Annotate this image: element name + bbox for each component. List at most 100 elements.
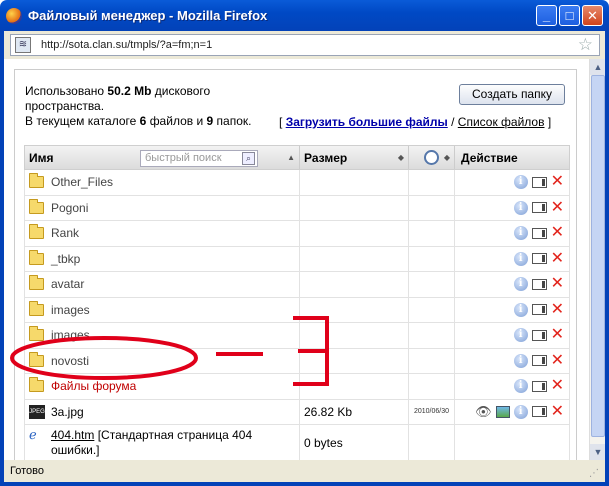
folder-name[interactable]: Other_Files [51,175,113,189]
close-button[interactable]: ✕ [582,5,603,26]
window-title: Файловый менеджер - Mozilla Firefox [28,8,268,23]
used-label: Использовано [25,84,105,98]
cell-actions: i ✕ [455,196,569,221]
scroll-thumb[interactable] [591,75,605,437]
info-icon[interactable]: i [513,328,528,343]
info-icon[interactable]: i [513,277,528,292]
delete-icon[interactable]: ✕ [551,250,564,266]
view-eye-icon[interactable]: 👁 [475,404,492,420]
delete-icon[interactable]: ✕ [551,199,564,215]
folder-row[interactable]: novosti i ✕ [24,348,570,374]
cell-size [300,297,409,322]
folder-row[interactable]: Rank i ✕ [24,221,570,247]
file-list-link[interactable]: Список файлов [458,115,545,129]
header-size[interactable]: Размер ◆ [300,146,409,169]
cell-actions: 👁 i ✕ [455,400,569,425]
delete-icon[interactable]: ✕ [551,276,564,292]
delete-icon[interactable]: ✕ [551,403,564,419]
rename-icon[interactable] [531,202,547,214]
info-icon[interactable]: i [513,251,528,266]
info-icon[interactable]: i [513,175,528,190]
header-date[interactable]: ◆ [409,146,455,169]
info-icon[interactable]: i [513,379,528,394]
rename-icon[interactable] [531,253,547,265]
file-row[interactable]: JPEG 3a.jpg 26.82 Kb 2010/06/30 👁 i ✕ [24,399,570,425]
folder-name[interactable]: Rank [51,226,79,240]
folder-name[interactable]: avatar [51,277,84,291]
cell-date [409,425,455,460]
folder-row[interactable]: Pogoni i ✕ [24,195,570,221]
cell-size [300,323,409,348]
rename-icon[interactable] [531,380,547,392]
delete-icon[interactable]: ✕ [551,327,564,343]
cell-name: Pogoni [25,195,300,220]
folder-row[interactable]: _tbkp i ✕ [24,246,570,272]
info-icon[interactable]: i [513,404,528,419]
folder-row[interactable]: avatar i ✕ [24,272,570,298]
rename-icon[interactable] [531,176,547,188]
maximize-button[interactable]: □ [559,5,580,26]
cell-size [300,221,409,246]
search-icon[interactable]: ⌕ [242,152,255,165]
delete-icon[interactable]: ✕ [551,225,564,241]
rename-icon[interactable] [531,278,547,290]
rename-icon[interactable] [531,355,547,367]
cell-name: Файлы форума [25,374,300,399]
folder-name[interactable]: images [51,303,90,317]
cell-actions: i ✕ [455,272,569,297]
cell-date [409,374,455,399]
upload-large-files-link[interactable]: Загрузить большие файлы [286,115,448,129]
firefox-logo-icon [6,7,22,24]
info-icon[interactable]: i [513,200,528,215]
folder-name[interactable]: _tbkp [51,252,80,266]
folder-row[interactable]: images i ✕ [24,323,570,349]
sort-updown-icon[interactable]: ◆ [398,153,404,162]
cell-date [409,323,455,348]
info-icon[interactable]: i [513,353,528,368]
rename-icon[interactable] [531,329,547,341]
url-text[interactable]: http://sota.clan.su/tmpls/?a=fm;n=1 [41,39,578,51]
close-bracket: ] [547,115,552,129]
resize-grip-icon[interactable]: ⋰ [589,468,599,479]
rename-icon[interactable] [531,406,547,418]
delete-icon[interactable]: ✕ [551,174,564,190]
cell-size [300,348,409,373]
folder-row[interactable]: Other_Files i ✕ [24,170,570,196]
folder-name[interactable]: Файлы форума [51,379,136,393]
cell-size [300,272,409,297]
delete-icon[interactable]: ✕ [551,352,564,368]
header-name[interactable]: Имя быстрый поиск ⌕ ▲ [25,146,300,169]
vertical-scrollbar[interactable]: ▲ ▼ [589,59,605,460]
folder-name[interactable]: images [51,328,90,342]
delete-icon[interactable]: ✕ [551,378,564,394]
sort-date-icon[interactable]: ◆ [444,153,450,162]
rename-icon[interactable] [531,304,547,316]
cell-date [409,221,455,246]
delete-icon[interactable]: ✕ [551,301,564,317]
info-icon[interactable]: i [513,302,528,317]
folder-icon [29,249,44,265]
file-row[interactable]: ℯ 404.htm [Стандартная страница 404 ошибк… [24,425,570,460]
cell-actions: i ✕ [455,298,569,323]
sort-up-icon[interactable]: ▲ [287,153,295,162]
scroll-up-icon[interactable]: ▲ [590,59,605,75]
cell-size: 26.82 Kb [300,399,409,424]
minimize-button[interactable]: _ [536,5,557,26]
folder-row[interactable]: images i ✕ [24,297,570,323]
header-size-label: Размер [304,150,348,165]
bookmark-star-icon[interactable]: ☆ [578,35,593,55]
scroll-down-icon[interactable]: ▼ [590,444,605,460]
folder-name[interactable]: novosti [51,354,89,368]
folder-name[interactable]: Pogoni [51,201,88,215]
file-name[interactable]: 404.htm [51,428,94,442]
info-icon[interactable]: i [513,226,528,241]
status-text: Готово [10,465,44,477]
quick-search-input[interactable]: быстрый поиск ⌕ [140,150,258,167]
image-preview-icon[interactable] [495,405,510,418]
create-folder-button[interactable]: Создать папку [459,84,565,105]
folder-row[interactable]: Файлы форума i ✕ [24,374,570,400]
file-name[interactable]: 3a.jpg [51,405,84,419]
rename-icon[interactable] [531,227,547,239]
window-controls: _ □ ✕ [536,5,603,26]
url-field[interactable]: ≋ http://sota.clan.su/tmpls/?a=fm;n=1 ☆ [10,34,600,56]
